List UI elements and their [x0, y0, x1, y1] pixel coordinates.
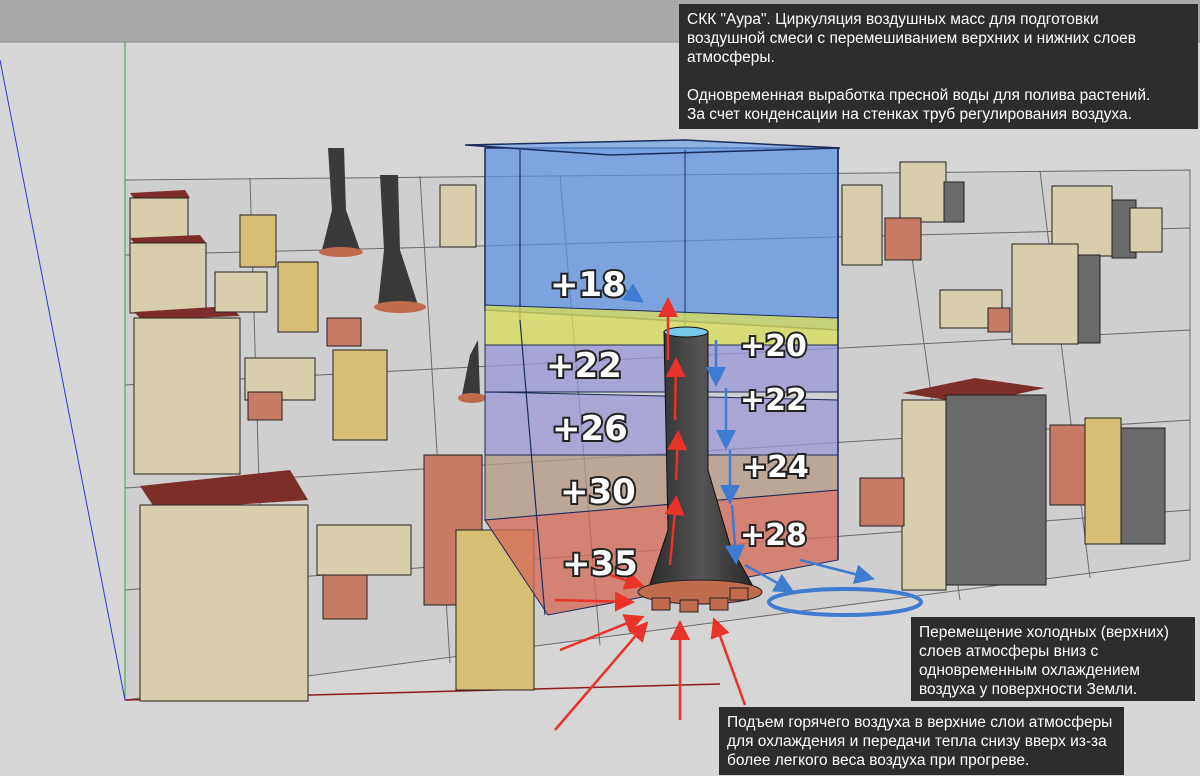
temp-label-left-1: +22 — [546, 346, 622, 386]
temp-label-left-4: +35 — [562, 544, 638, 584]
temp-label-right-2: +24 — [742, 450, 809, 485]
annotation-top: СКК "Аура". Циркуляция воздушных масс дл… — [679, 4, 1198, 129]
temp-label-right-0: +20 — [740, 329, 807, 364]
annotation-warm-air: Подъем горячего воздуха в верхние слои а… — [719, 707, 1124, 775]
annotation-right-line-1: Перемещение холодных (верхних) — [919, 624, 1169, 641]
temp-label-right-3: +28 — [740, 518, 807, 553]
annotation-bottom-line-2: для охлаждения и передачи тепла снизу вв… — [727, 733, 1107, 750]
viewport[interactable]: +18 +22 +26 +30 +35 +20 +22 +24 +28 СКК … — [0, 0, 1200, 776]
temp-label-left-0: +18 — [550, 265, 626, 305]
temp-label-left-3: +30 — [560, 472, 636, 512]
annotation-top-line-4: Одновременная выработка пресной воды для… — [687, 87, 1151, 104]
annotation-bottom-line-3: более легкого веса воздуха при прогреве. — [727, 752, 1030, 769]
annotation-right-line-3: одновременным охлаждением — [919, 662, 1140, 679]
layer-top-blue — [484, 147, 839, 331]
annotation-top-line-1: СКК "Аура". Циркуляция воздушных масс дл… — [687, 11, 1099, 28]
annotation-top-line-3: атмосферы. — [687, 49, 775, 66]
annotation-cool-air: Перемещение холодных (верхних) слоев атм… — [911, 617, 1195, 701]
annotation-right-line-2: слоев атмосферы вниз с — [919, 643, 1099, 660]
annotation-right-line-4: воздуха у поверхности Земли. — [919, 681, 1138, 698]
annotation-top-line-5: За счет конденсации на стенках труб регу… — [687, 106, 1132, 123]
temp-label-left-2: +26 — [552, 409, 628, 449]
annotation-bottom-line-1: Подъем горячего воздуха в верхние слои а… — [727, 714, 1113, 731]
annotation-top-line-2: воздушной смеси с перемешиванием верхних… — [687, 30, 1136, 47]
temp-label-right-1: +22 — [740, 383, 807, 418]
